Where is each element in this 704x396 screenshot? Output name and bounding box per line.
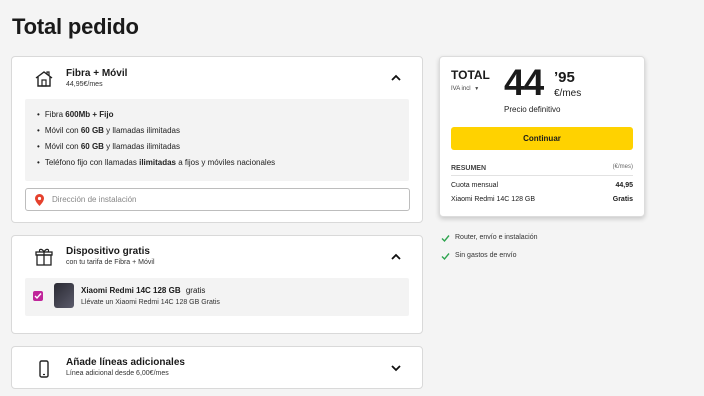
fibra-movil-card: Fibra + Móvil 44,95€/mes Fibra 600Mb + F… [11, 56, 423, 223]
device-subtitle: con tu tarifa de Fibra + Móvil [66, 259, 155, 266]
fibra-movil-title: Fibra + Móvil [66, 68, 128, 79]
chevron-up-icon[interactable] [390, 251, 402, 263]
resumen-unit: (€/mes) [612, 164, 633, 170]
summary-row: Xiaomi Redmi 14C 128 GB Gratis [451, 196, 633, 203]
price-decimal: ’95 [554, 69, 575, 86]
page-title: Total pedido [12, 14, 139, 39]
chevron-down-icon[interactable] [390, 362, 402, 374]
device-description: Llévate un Xiaomi Redmi 14C 128 GB Grati… [81, 299, 220, 306]
iva-dropdown[interactable]: IVA incl ▼ [451, 86, 479, 92]
house-icon [35, 71, 53, 87]
price-unit: €/mes [554, 88, 582, 99]
summary-row-value: Gratis [612, 196, 633, 203]
check-icon [441, 253, 450, 261]
feature-item: Móvil con 60 GB y llamadas ilimitadas [37, 126, 180, 135]
extra-lines-card[interactable]: Añade líneas adicionales Línea adicional… [11, 346, 423, 389]
summary-row-label: Xiaomi Redmi 14C 128 GB [451, 196, 536, 203]
chevron-up-icon[interactable] [390, 72, 402, 84]
feature-item: Fibra 600Mb + Fijo [37, 110, 114, 119]
phone-image [54, 283, 74, 308]
device-name: Xiaomi Redmi 14C 128 GB [81, 286, 181, 295]
check-icon [34, 293, 42, 300]
order-summary-panel: TOTAL IVA incl ▼ 44 ’95 €/mes Precio def… [439, 56, 645, 217]
extra-lines-title: Añade líneas adicionales [66, 357, 185, 368]
address-field[interactable] [25, 188, 410, 211]
continue-button[interactable]: Continuar [451, 127, 633, 150]
check-icon [441, 235, 450, 243]
device-name-line: Xiaomi Redmi 14C 128 GB gratis [81, 286, 205, 295]
device-tag: gratis [185, 286, 206, 295]
iva-label: IVA incl [451, 86, 471, 92]
address-input[interactable] [52, 192, 392, 207]
fibra-movil-header[interactable]: Fibra + Móvil 44,95€/mes [12, 57, 422, 97]
feature-item: Teléfono fijo con llamadas ilimitadas a … [37, 158, 275, 167]
divider [451, 175, 633, 176]
device-option[interactable]: Xiaomi Redmi 14C 128 GB gratis Llévate u… [25, 278, 409, 316]
mobile-phone-icon [39, 360, 49, 378]
fibra-movil-price: 44,95€/mes [66, 81, 103, 88]
device-title: Dispositivo gratis [66, 246, 150, 257]
device-checkbox[interactable] [33, 291, 43, 301]
feature-item: Móvil con 60 GB y llamadas ilimitadas [37, 142, 180, 151]
caret-down-icon: ▼ [474, 86, 480, 92]
fibra-features-list: Fibra 600Mb + Fijo Móvil con 60 GB y lla… [25, 99, 409, 181]
benefit-item: Sin gastos de envío [455, 252, 517, 259]
benefit-item: Router, envío e instalación [455, 234, 538, 241]
device-header[interactable]: Dispositivo gratis con tu tarifa de Fibr… [12, 236, 422, 276]
extra-lines-subtitle: Línea adicional desde 6,00€/mes [66, 370, 169, 377]
device-card: Dispositivo gratis con tu tarifa de Fibr… [11, 235, 423, 334]
summary-row-label: Cuota mensual [451, 182, 499, 189]
total-label: TOTAL [451, 68, 490, 82]
price-integer: 44 [504, 62, 544, 103]
resumen-label: RESUMEN [451, 165, 487, 172]
price-note: Precio definitivo [504, 105, 561, 114]
summary-row: Cuota mensual 44,95 [451, 182, 633, 189]
summary-row-value: 44,95 [615, 182, 633, 189]
location-pin-icon [35, 194, 44, 206]
gift-icon [35, 248, 53, 266]
